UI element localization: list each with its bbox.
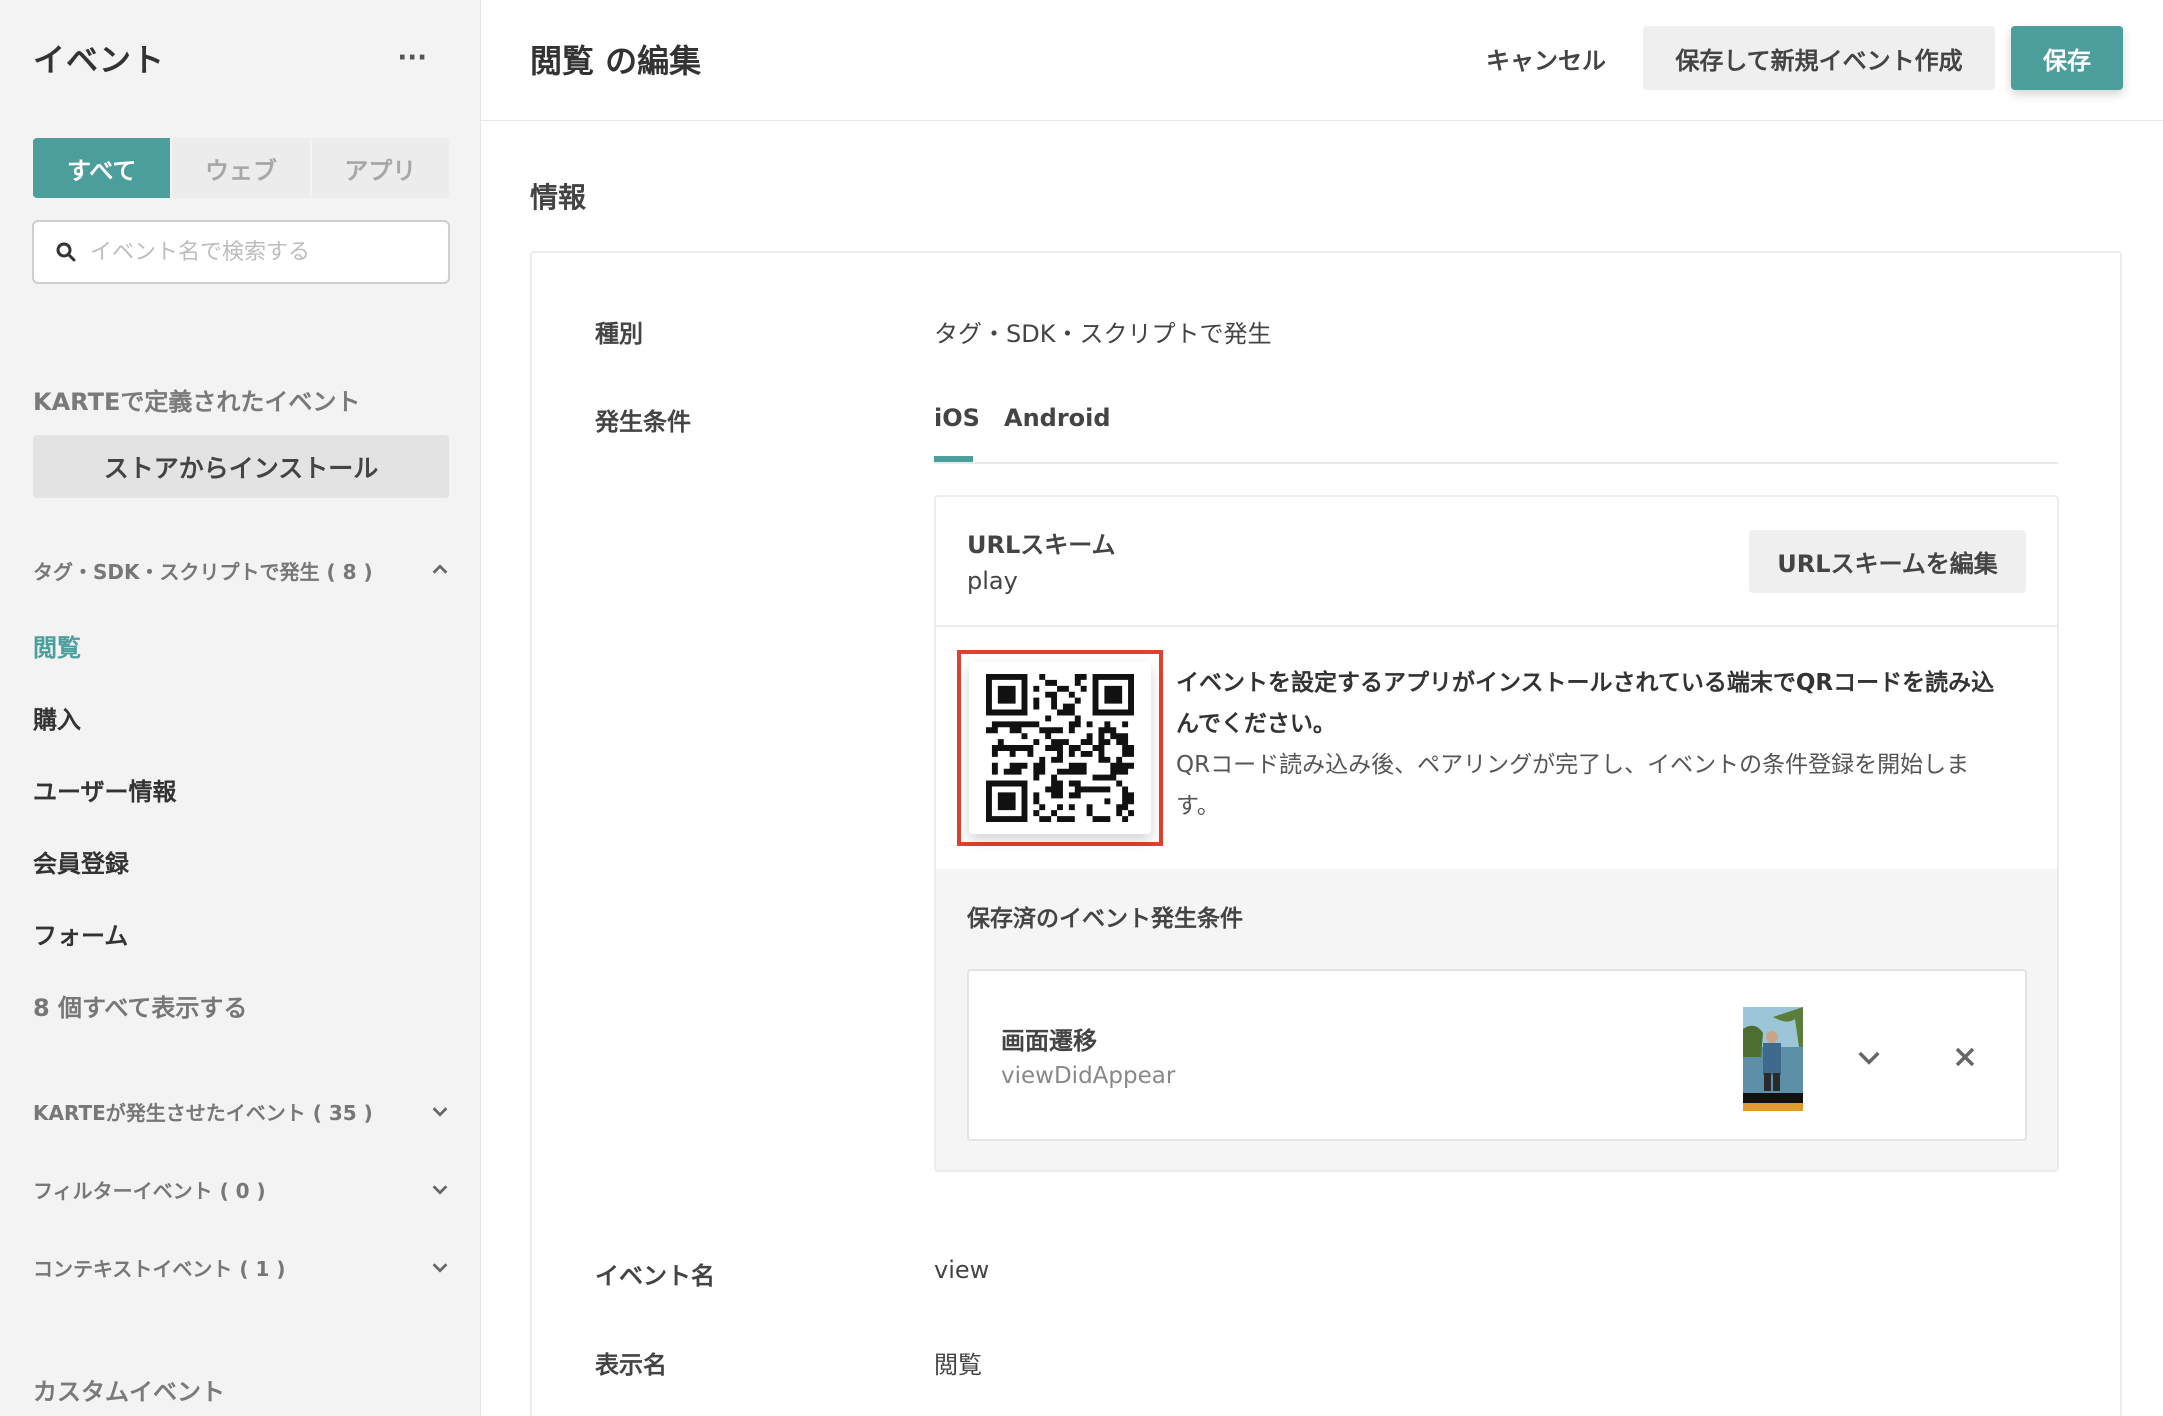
- search-input[interactable]: [90, 239, 430, 265]
- display-name-label: 表示名: [595, 1351, 667, 1379]
- active-tab-indicator: [934, 456, 973, 462]
- sidebar-item-user-info[interactable]: ユーザー情報: [33, 772, 177, 807]
- search-box: [32, 220, 450, 284]
- url-scheme-value: play: [967, 567, 1018, 595]
- sidebar: イベント ··· すべて ウェブ アプリ KARTEで定義されたイベント ストア…: [0, 0, 481, 1416]
- edit-url-scheme-button[interactable]: URLスキームを編集: [1749, 530, 2026, 593]
- group-filter-events[interactable]: フィルターイベント ( 0 ): [33, 1171, 451, 1207]
- filter-web-tab[interactable]: ウェブ: [172, 138, 312, 198]
- group-context-events[interactable]: コンテキストイベント ( 1 ): [33, 1249, 451, 1285]
- sidebar-item-purchase[interactable]: 購入: [33, 700, 81, 735]
- condition-name: 画面遷移: [1001, 1027, 1097, 1055]
- group-label: フィルターイベント ( 0 ): [33, 1178, 266, 1203]
- platform-settings-box: URLスキーム play URLスキームを編集 イベントを設定するアプリがインス…: [934, 495, 2059, 1172]
- cancel-button[interactable]: キャンセル: [1471, 26, 1621, 90]
- saved-conditions-area: 保存済のイベント発生条件 画面遷移 viewDidAppear: [936, 869, 2057, 1170]
- event-name-label: イベント名: [595, 1262, 715, 1290]
- saved-conditions-title: 保存済のイベント発生条件: [967, 906, 1243, 932]
- qr-note-line: QRコード読み込み後、ペアリングが完了し、イベントの条件登録を開始しま: [1176, 752, 1970, 778]
- save-button[interactable]: 保存: [2011, 26, 2123, 90]
- top-bar: 閲覧 の編集 キャンセル 保存して新規イベント作成 保存: [481, 0, 2163, 121]
- event-name-value: view: [934, 1256, 990, 1284]
- qr-instruction-line: んでください。: [1176, 711, 1336, 737]
- page-title: 閲覧 の編集: [530, 42, 702, 80]
- qr-code-card: [969, 662, 1151, 834]
- chevron-up-icon: [432, 564, 448, 574]
- tab-android[interactable]: Android: [1004, 404, 1111, 432]
- custom-events-label: カスタムイベント: [33, 1378, 225, 1406]
- group-karte-generated[interactable]: KARTEが発生させたイベント ( 35 ): [33, 1093, 451, 1129]
- sidebar-title: イベント: [33, 41, 166, 79]
- saved-condition-card: 画面遷移 viewDidAppear: [967, 969, 2027, 1141]
- qr-instructions: イベントを設定するアプリがインストールされている端末でQRコードを読み込 んでく…: [1176, 663, 2036, 827]
- chevron-down-icon: [432, 1185, 448, 1195]
- sidebar-item-member-registration[interactable]: 会員登録: [33, 844, 129, 879]
- event-type-filter: すべて ウェブ アプリ: [33, 138, 449, 198]
- group-tag-sdk-script[interactable]: タグ・SDK・スクリプトで発生 ( 8 ): [33, 552, 451, 588]
- filter-all-tab[interactable]: すべて: [33, 138, 173, 198]
- install-from-store-button[interactable]: ストアからインストール: [33, 435, 449, 498]
- url-scheme-block: URLスキーム play URLスキームを編集: [936, 497, 2057, 627]
- sidebar-item-form[interactable]: フォーム: [33, 916, 128, 951]
- qr-instruction-line: イベントを設定するアプリがインストールされている端末でQRコードを読み込: [1176, 670, 1995, 696]
- group-label: タグ・SDK・スクリプトで発生 ( 8 ): [33, 559, 373, 584]
- qr-code-icon: [986, 674, 1134, 822]
- display-name-value: 閲覧: [934, 1351, 982, 1379]
- type-value: タグ・SDK・スクリプトで発生: [934, 320, 1272, 348]
- group-label: コンテキストイベント ( 1 ): [33, 1256, 286, 1281]
- filter-app-tab[interactable]: アプリ: [312, 138, 449, 198]
- chevron-down-icon: [432, 1263, 448, 1273]
- condition-code: viewDidAppear: [1001, 1063, 1176, 1089]
- os-tabs: iOS Android: [934, 398, 2058, 464]
- url-scheme-label: URLスキーム: [967, 531, 1116, 559]
- search-icon: [56, 242, 76, 262]
- close-icon[interactable]: [1949, 1041, 1981, 1073]
- screen-thumbnail[interactable]: [1743, 1007, 1803, 1111]
- more-options-icon[interactable]: ···: [391, 43, 433, 73]
- show-all-link[interactable]: 8 個すべて表示する: [33, 988, 247, 1023]
- condition-label: 発生条件: [595, 408, 691, 436]
- save-and-create-new-button[interactable]: 保存して新規イベント作成: [1643, 26, 1995, 90]
- info-section-title: 情報: [530, 181, 587, 214]
- chevron-down-icon: [432, 1107, 448, 1117]
- app-root: イベント ··· すべて ウェブ アプリ KARTEで定義されたイベント ストア…: [0, 0, 2163, 1416]
- group-label: KARTEが発生させたイベント ( 35 ): [33, 1100, 373, 1125]
- tab-ios[interactable]: iOS: [934, 404, 980, 432]
- chevron-down-icon[interactable]: [1853, 1041, 1885, 1073]
- karte-defined-label: KARTEで定義されたイベント: [33, 388, 361, 416]
- sidebar-header: イベント ···: [33, 34, 433, 82]
- sidebar-item-view[interactable]: 閲覧: [33, 628, 81, 663]
- qr-highlight-frame: [957, 650, 1163, 846]
- type-label: 種別: [595, 320, 643, 348]
- qr-note-line: す。: [1176, 793, 1220, 819]
